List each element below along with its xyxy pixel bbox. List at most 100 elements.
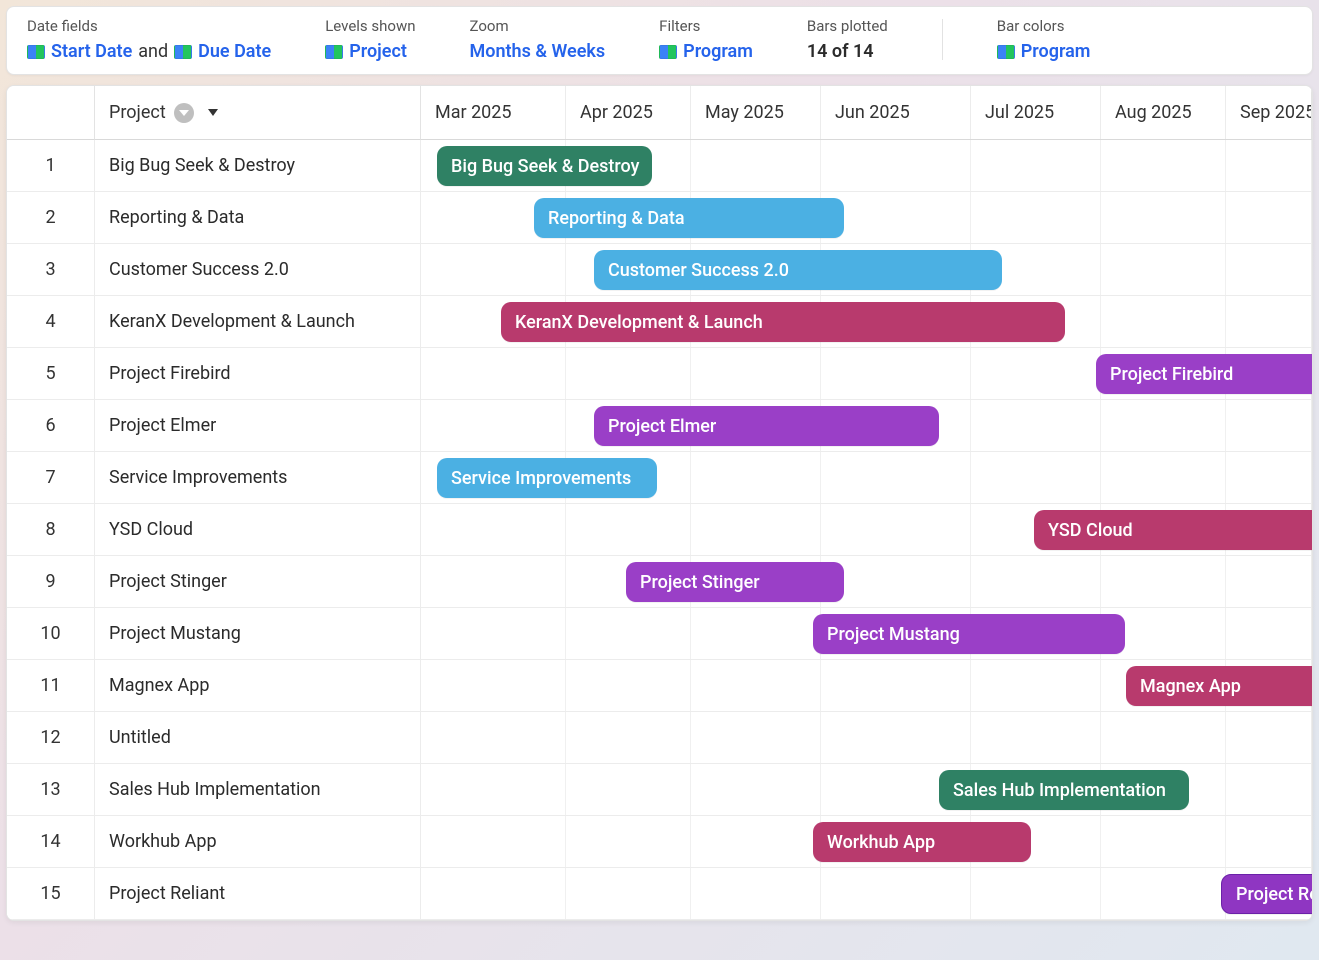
timeline-header[interactable]: Mar 2025Apr 2025May 2025Jun 2025Jul 2025… (421, 86, 1312, 140)
project-column-header[interactable]: Project (95, 86, 421, 140)
row-number[interactable]: 14 (7, 816, 95, 868)
project-name-cell[interactable]: Magnex App (95, 660, 421, 712)
date-fields-label: Date fields (27, 17, 271, 35)
toolbar-bars-plotted: Bars plotted 14 of 14 (807, 17, 888, 62)
gantt-toolbar: Date fields Start Date and Due Date Leve… (6, 6, 1313, 75)
timeline-cell[interactable]: YSD Cloud (421, 504, 1312, 556)
gantt-bar[interactable]: Customer Success 2.0 (594, 250, 1002, 290)
timeline-cell[interactable]: Customer Success 2.0 (421, 244, 1312, 296)
gantt-bar[interactable]: Workhub App (813, 822, 1031, 862)
filters-value[interactable]: Program (683, 41, 753, 62)
row-number[interactable]: 5 (7, 348, 95, 400)
timeline-cell[interactable] (421, 712, 1312, 764)
toolbar-filters[interactable]: Filters Program (659, 17, 753, 62)
row-number[interactable]: 2 (7, 192, 95, 244)
row-number[interactable]: 6 (7, 400, 95, 452)
project-name-cell[interactable]: Project Elmer (95, 400, 421, 452)
toolbar-bar-colors[interactable]: Bar colors Program (997, 17, 1091, 62)
timeline-cell[interactable]: KeranX Development & Launch (421, 296, 1312, 348)
field-icon (325, 45, 343, 59)
toolbar-divider (942, 19, 943, 60)
gantt-bar[interactable]: Project Mustang (813, 614, 1125, 654)
row-number[interactable]: 7 (7, 452, 95, 504)
timeline-cell[interactable]: Project Elmer (421, 400, 1312, 452)
gantt-bar[interactable]: Project Firebird (1096, 354, 1313, 394)
row-number[interactable]: 3 (7, 244, 95, 296)
gantt-bar[interactable]: Project Stinger (626, 562, 844, 602)
gantt-bar[interactable]: KeranX Development & Launch (501, 302, 1065, 342)
zoom-value[interactable]: Months & Weeks (470, 41, 606, 62)
project-name-cell[interactable]: Project Stinger (95, 556, 421, 608)
zoom-label: Zoom (470, 17, 606, 35)
month-header[interactable]: Jun 2025 (821, 86, 971, 139)
bars-label: Bars plotted (807, 17, 888, 35)
column-menu-caret-icon[interactable] (208, 109, 218, 116)
row-number-header (7, 86, 95, 140)
gantt-bar[interactable]: Magnex App (1126, 666, 1313, 706)
field-icon (659, 45, 677, 59)
bars-value: 14 of 14 (807, 41, 874, 62)
start-date-field[interactable]: Start Date (51, 41, 132, 62)
timeline-cell[interactable]: Reporting & Data (421, 192, 1312, 244)
timeline-cell[interactable]: Project Stinger (421, 556, 1312, 608)
project-name-cell[interactable]: Untitled (95, 712, 421, 764)
project-name-cell[interactable]: Reporting & Data (95, 192, 421, 244)
row-number[interactable]: 12 (7, 712, 95, 764)
colors-label: Bar colors (997, 17, 1091, 35)
month-header[interactable]: May 2025 (691, 86, 821, 139)
project-header-label: Project (109, 102, 166, 123)
gantt-bar[interactable]: Reporting & Data (534, 198, 844, 238)
project-name-cell[interactable]: Service Improvements (95, 452, 421, 504)
timeline-cell[interactable]: Project Firebird (421, 348, 1312, 400)
project-name-cell[interactable]: Workhub App (95, 816, 421, 868)
levels-value[interactable]: Project (349, 41, 407, 62)
month-header[interactable]: Apr 2025 (566, 86, 691, 139)
row-number[interactable]: 11 (7, 660, 95, 712)
month-header[interactable]: Mar 2025 (421, 86, 566, 139)
gantt-grid: Project Mar 2025Apr 2025May 2025Jun 2025… (6, 85, 1313, 921)
project-name-cell[interactable]: Project Mustang (95, 608, 421, 660)
row-number[interactable]: 10 (7, 608, 95, 660)
project-name-cell[interactable]: Customer Success 2.0 (95, 244, 421, 296)
date-fields-and: and (138, 41, 168, 62)
timeline-cell[interactable]: Magnex App (421, 660, 1312, 712)
timeline-cell[interactable]: Workhub App (421, 816, 1312, 868)
levels-label: Levels shown (325, 17, 415, 35)
timeline-cell[interactable]: Sales Hub Implementation (421, 764, 1312, 816)
toolbar-date-fields[interactable]: Date fields Start Date and Due Date (27, 17, 271, 62)
filters-label: Filters (659, 17, 753, 35)
row-number[interactable]: 1 (7, 140, 95, 192)
field-icon (997, 45, 1015, 59)
colors-value[interactable]: Program (1021, 41, 1091, 62)
timeline-cell[interactable]: Service Improvements (421, 452, 1312, 504)
month-header[interactable]: Jul 2025 (971, 86, 1101, 139)
field-icon (174, 45, 192, 59)
toolbar-levels[interactable]: Levels shown Project (325, 17, 415, 62)
timeline-cell[interactable]: Project Mustang (421, 608, 1312, 660)
toolbar-zoom[interactable]: Zoom Months & Weeks (470, 17, 606, 62)
gantt-bar[interactable]: Project Elmer (594, 406, 939, 446)
sort-indicator-icon[interactable] (174, 103, 194, 123)
project-name-cell[interactable]: Big Bug Seek & Destroy (95, 140, 421, 192)
timeline-cell[interactable]: Project Reliant (421, 868, 1312, 920)
row-number[interactable]: 15 (7, 868, 95, 920)
row-number[interactable]: 13 (7, 764, 95, 816)
gantt-bar[interactable]: Service Improvements (437, 458, 657, 498)
gantt-bar[interactable]: YSD Cloud (1034, 510, 1313, 550)
project-name-cell[interactable]: YSD Cloud (95, 504, 421, 556)
timeline-cell[interactable]: Big Bug Seek & Destroy (421, 140, 1312, 192)
project-name-cell[interactable]: Project Reliant (95, 868, 421, 920)
project-name-cell[interactable]: Project Firebird (95, 348, 421, 400)
gantt-bar[interactable]: Sales Hub Implementation (939, 770, 1189, 810)
gantt-bar[interactable]: Project Reliant (1221, 874, 1313, 914)
due-date-field[interactable]: Due Date (198, 41, 271, 62)
month-header[interactable]: Sep 2025 (1226, 86, 1312, 139)
project-name-cell[interactable]: KeranX Development & Launch (95, 296, 421, 348)
month-header[interactable]: Aug 2025 (1101, 86, 1226, 139)
field-icon (27, 45, 45, 59)
gantt-bar[interactable]: Big Bug Seek & Destroy (437, 146, 652, 186)
row-number[interactable]: 9 (7, 556, 95, 608)
row-number[interactable]: 4 (7, 296, 95, 348)
project-name-cell[interactable]: Sales Hub Implementation (95, 764, 421, 816)
row-number[interactable]: 8 (7, 504, 95, 556)
